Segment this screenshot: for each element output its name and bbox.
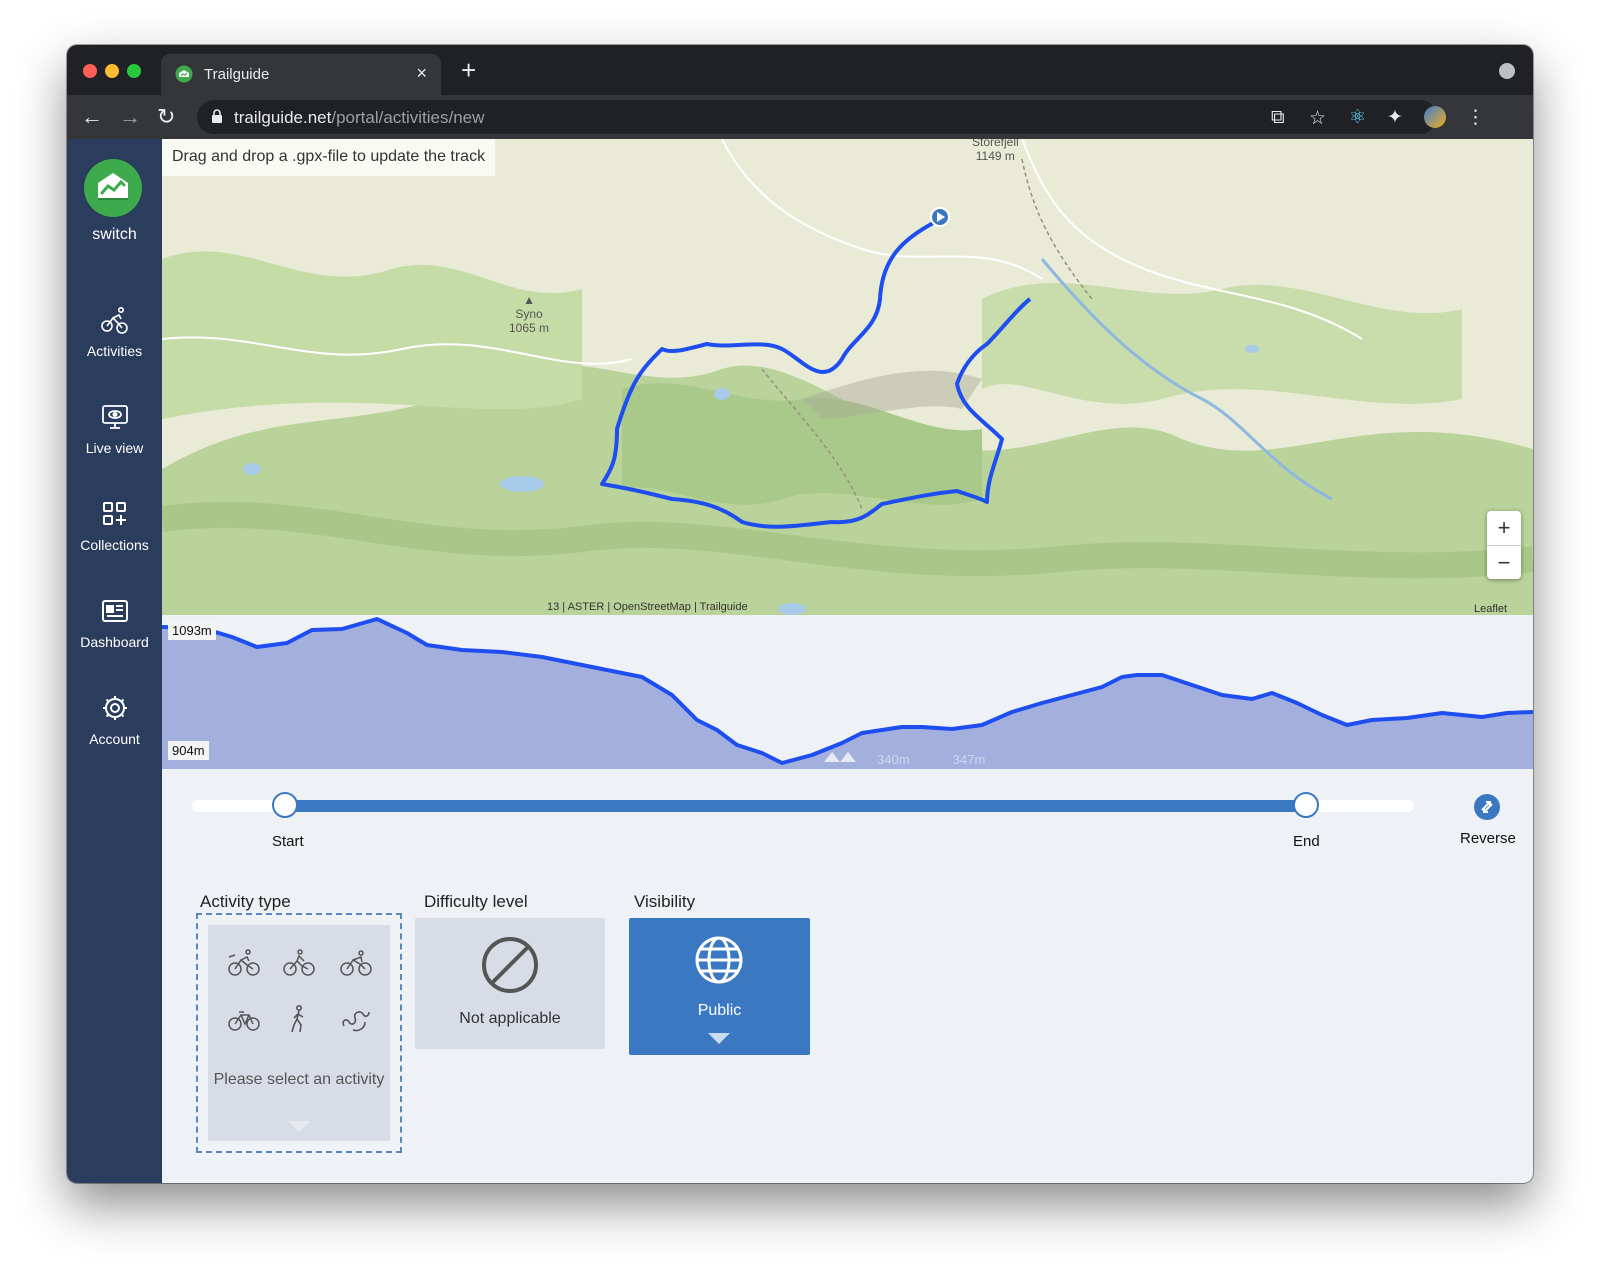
forward-icon[interactable]: →	[119, 104, 141, 130]
map-attribution[interactable]: 13 | ASTER | OpenStreetMap | Trailguide	[547, 601, 748, 613]
dashboard-icon	[101, 600, 128, 622]
browser-window: Trailguide × + ← → ↻ trailguide.net/port…	[67, 45, 1533, 1183]
back-icon[interactable]: ←	[81, 104, 103, 130]
url-text: trailguide.net/portal/activities/new	[234, 108, 484, 128]
difficulty-level-title: Difficulty level	[424, 892, 528, 911]
address-bar[interactable]: trailguide.net/portal/activities/new ⧉ ☆	[197, 100, 1437, 134]
elevation-chart	[162, 617, 1533, 769]
zoom-out-button[interactable]: −	[1487, 545, 1521, 580]
other-activity-icon[interactable]	[339, 1004, 373, 1034]
map-view[interactable]: Drag and drop a .gpx-file to update the …	[162, 139, 1533, 615]
tab-strip: Trailguide × +	[67, 45, 1533, 95]
bike-icon[interactable]	[227, 1004, 261, 1034]
activity-type-title: Activity type	[200, 892, 291, 911]
not-applicable-icon	[482, 937, 538, 993]
peak-marker-icon: ▲	[523, 293, 535, 307]
activity-hint-text: Please select an activity	[213, 1071, 385, 1088]
activity-dropdown-caret-icon[interactable]	[288, 1121, 310, 1132]
visibility-selector[interactable]: Public	[629, 918, 810, 1055]
hiking-icon[interactable]	[282, 1004, 316, 1034]
peak-elevation: 1065 m	[509, 321, 550, 335]
new-tab-button[interactable]: +	[461, 55, 476, 85]
bookmark-star-icon[interactable]: ☆	[1309, 107, 1326, 130]
swap-arrows-icon	[1481, 801, 1493, 813]
lock-icon	[212, 109, 222, 123]
trailguide-logo-icon	[98, 173, 128, 200]
elevation-min-label: 904m	[168, 741, 209, 760]
peak-name: Syno	[515, 307, 543, 321]
peak-elevation: 1149 m	[975, 149, 1015, 163]
visibility-value: Public	[697, 1002, 742, 1019]
sidebar-item-label: Activities	[86, 343, 143, 359]
sidebar-item-activities[interactable]: Activities	[67, 305, 162, 385]
map-terrain	[162, 139, 1533, 615]
peak-label-syno: ▲ Syno 1065 m	[509, 293, 549, 335]
visibility-title: Visibility	[634, 892, 696, 911]
sidebar-item-label: Account	[89, 731, 140, 747]
start-label: Start	[272, 833, 304, 850]
peak-label-storefjell: Storefjell 1149 m	[972, 139, 1019, 163]
gpx-drop-hint: Drag and drop a .gpx-file to update the …	[162, 139, 496, 176]
close-window-button[interactable]	[83, 64, 97, 78]
trim-start-handle[interactable]	[272, 792, 298, 818]
reverse-label[interactable]: Reverse	[1460, 830, 1516, 847]
sidebar-item-account[interactable]: Account	[67, 693, 162, 773]
browser-menu-icon[interactable]: ⋮	[1466, 106, 1485, 129]
grid-plus-icon	[102, 502, 126, 525]
descent-value: 347m	[952, 752, 986, 767]
trim-slider-range	[291, 800, 1309, 812]
profile-avatar[interactable]	[1424, 106, 1446, 128]
url-domain: trailguide.net	[234, 108, 332, 127]
trim-end-handle[interactable]	[1293, 792, 1319, 818]
cycling-icon[interactable]	[282, 947, 316, 977]
gear-icon	[102, 696, 127, 720]
sidebar-item-label: Dashboard	[80, 634, 149, 650]
zoom-control: + −	[1487, 511, 1521, 579]
extensions-puzzle-icon[interactable]: ✦	[1387, 106, 1403, 129]
activity-type-selector[interactable]: Please select an activity	[196, 913, 402, 1153]
react-devtools-icon[interactable]: ⚛	[1349, 106, 1366, 129]
end-label: End	[1293, 833, 1320, 850]
peak-name: Storefjell	[972, 139, 1019, 149]
leaflet-attribution-link[interactable]: Leaflet	[1474, 603, 1507, 615]
sidebar: switch Activities Live view Collections	[67, 139, 162, 1183]
reload-icon[interactable]: ↻	[157, 104, 175, 130]
visibility-dropdown-caret-icon[interactable]	[708, 1033, 730, 1044]
tab-title: Trailguide	[204, 66, 270, 83]
road-bike-icon[interactable]	[339, 947, 373, 977]
brand-switch-label[interactable]: switch	[67, 226, 162, 244]
browser-toolbar: ← → ↻ trailguide.net/portal/activities/n…	[67, 95, 1533, 139]
activity-type-card[interactable]: Please select an activity	[208, 925, 390, 1141]
difficulty-value: Not applicable	[459, 1010, 561, 1027]
minimize-window-button[interactable]	[105, 64, 119, 78]
elevation-max-label: 1093m	[168, 621, 216, 640]
brand-logo[interactable]	[84, 159, 142, 217]
sidebar-item-label: Collections	[80, 537, 149, 553]
ascent-value: 340m	[877, 752, 910, 767]
globe-icon	[695, 936, 743, 984]
browser-tab[interactable]: Trailguide ×	[161, 54, 441, 95]
mtb-icon[interactable]	[227, 947, 261, 977]
open-external-icon[interactable]: ⧉	[1271, 107, 1285, 129]
sidebar-item-dashboard[interactable]: Dashboard	[67, 596, 162, 676]
elevation-profile[interactable]: 1093m 904m 340m 347m	[162, 615, 1533, 769]
zoom-in-button[interactable]: +	[1487, 511, 1521, 545]
tab-search-icon[interactable]	[1499, 63, 1515, 79]
reverse-button[interactable]	[1474, 794, 1500, 820]
url-path: /portal/activities/new	[331, 108, 485, 127]
sidebar-item-live-view[interactable]: Live view	[67, 402, 162, 482]
sidebar-item-collections[interactable]: Collections	[67, 499, 162, 579]
difficulty-level-selector[interactable]: Not applicable	[415, 918, 605, 1049]
elevation-ascent-label: 340m 347m	[877, 752, 985, 767]
sidebar-item-label: Live view	[85, 440, 144, 456]
maximize-window-button[interactable]	[127, 64, 141, 78]
monitor-eye-icon	[101, 405, 128, 429]
tab-close-icon[interactable]: ×	[416, 63, 427, 83]
trailguide-favicon-icon	[175, 65, 193, 83]
cyclist-icon	[100, 306, 128, 334]
